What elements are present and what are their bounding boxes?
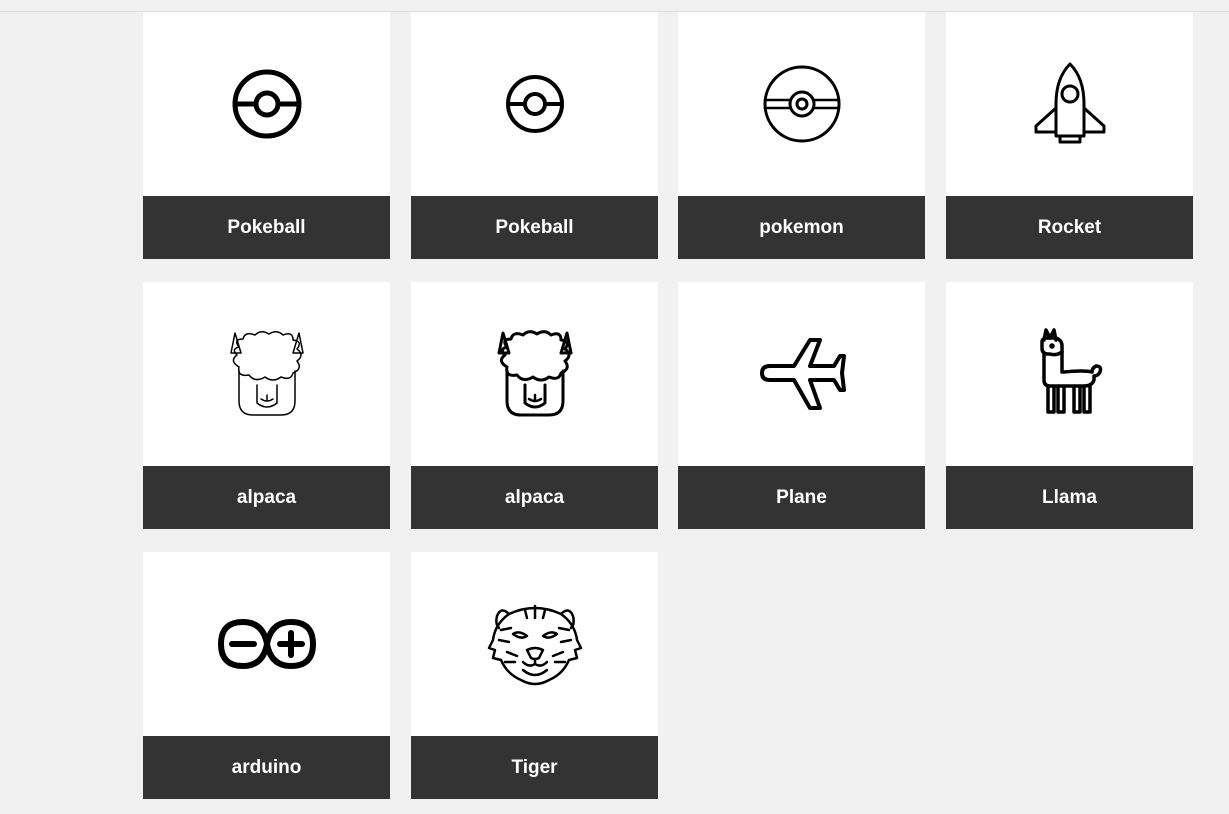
icon-card-rocket[interactable]: Rocket (946, 12, 1193, 259)
icon-card-alpaca[interactable]: alpaca (143, 282, 390, 529)
icon-preview (678, 12, 925, 196)
icon-card-label: Pokeball (411, 196, 658, 259)
tiger-icon (487, 604, 582, 686)
icon-card-label: alpaca (411, 466, 658, 529)
icon-card-label: arduino (143, 736, 390, 799)
icon-card-pokemon[interactable]: pokemon (678, 12, 925, 259)
pokemon-ball-icon (763, 65, 840, 143)
icon-preview (946, 12, 1193, 196)
icon-preview (411, 282, 658, 466)
plane-icon (759, 338, 846, 410)
icon-card-label: Tiger (411, 736, 658, 799)
icon-preview (678, 282, 925, 466)
icon-card-label: Rocket (946, 196, 1193, 259)
icon-preview (143, 12, 390, 196)
icon-preview (143, 282, 390, 466)
icon-card-label: Pokeball (143, 196, 390, 259)
icon-card-arduino[interactable]: arduino (143, 552, 390, 799)
icon-card-plane[interactable]: Plane (678, 282, 925, 529)
icon-preview (411, 552, 658, 736)
alpaca-icon (497, 330, 572, 417)
icon-preview (946, 282, 1193, 466)
icon-card-label: pokemon (678, 196, 925, 259)
pokeball-icon (232, 69, 301, 139)
icon-preview (143, 552, 390, 736)
icon-card-label: Llama (946, 466, 1193, 529)
icon-card-alpaca[interactable]: alpaca (411, 282, 658, 529)
icon-card-tiger[interactable]: Tiger (411, 552, 658, 799)
arduino-icon (217, 619, 316, 669)
llama-icon (1039, 328, 1102, 414)
icon-card-label: alpaca (143, 466, 390, 529)
icon-card-pokeball[interactable]: Pokeball (411, 12, 658, 259)
icon-card-llama[interactable]: Llama (946, 282, 1193, 529)
alpaca-thin-icon (229, 331, 304, 416)
icon-card-label: Plane (678, 466, 925, 529)
pokeball-thin-icon (505, 75, 564, 133)
icon-card-pokeball[interactable]: Pokeball (143, 12, 390, 259)
icon-preview (411, 12, 658, 196)
rocket-icon (1034, 62, 1105, 144)
